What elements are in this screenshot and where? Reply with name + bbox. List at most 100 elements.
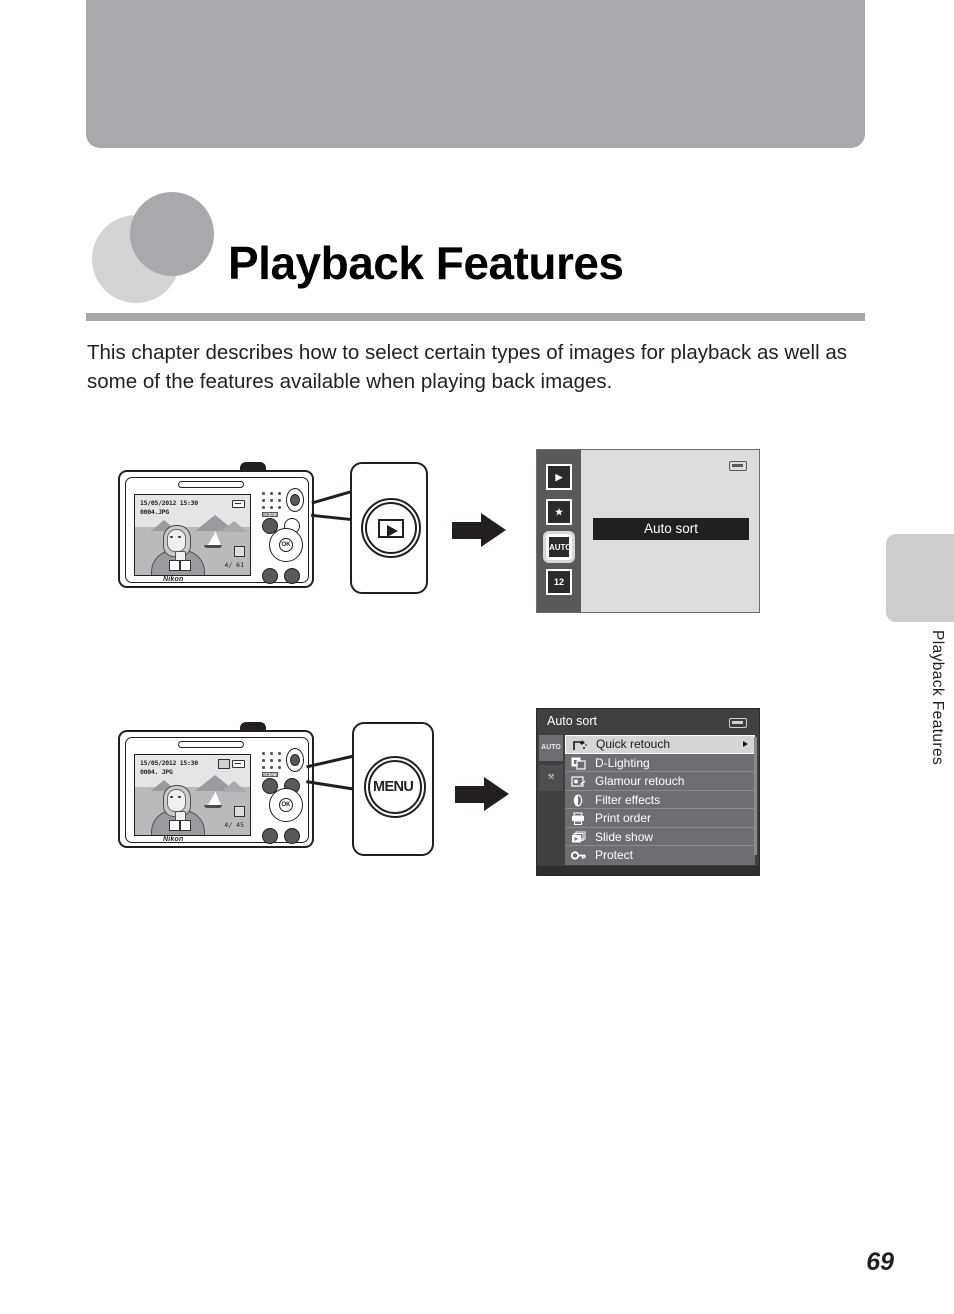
menu-item-glamour-retouch[interactable]: Glamour retouch bbox=[565, 772, 755, 791]
lcd-delete-icon bbox=[169, 560, 180, 571]
camera-body: 15/05/2012 15:30 0004.JPG 4/ 61 Nikon SC… bbox=[118, 470, 314, 588]
flow-arrow-icon bbox=[455, 777, 509, 811]
callout-playback-button[interactable] bbox=[350, 462, 428, 594]
quick-retouch-icon bbox=[572, 739, 587, 752]
menu-item-label: Quick retouch bbox=[596, 737, 671, 751]
glamour-retouch-icon bbox=[571, 775, 586, 788]
menu-item-label: Filter effects bbox=[595, 792, 661, 807]
lcd-photo-sailboat-sail bbox=[208, 531, 216, 545]
battery-icon bbox=[729, 461, 747, 471]
chapter-decoration-circle-dark bbox=[130, 192, 214, 276]
scene-mode-label: SCENE bbox=[262, 512, 279, 517]
menu-button-label: MENU bbox=[373, 779, 414, 795]
movie-record-button bbox=[286, 488, 304, 512]
auto-sort-highlight-label[interactable]: Auto sort bbox=[593, 518, 749, 540]
print-order-icon bbox=[571, 812, 586, 826]
menu-item-d-lighting[interactable]: D-Lighting bbox=[565, 753, 755, 772]
menu-item-label: D-Lighting bbox=[595, 755, 650, 770]
camera-illustration: 15/05/2012 15:30 0004. JPG 4/ 45 Nikon S… bbox=[118, 722, 318, 852]
camera-control-cluster: SCENE OK bbox=[260, 488, 308, 588]
lcd-photo-sailboat-sail bbox=[216, 533, 221, 545]
lcd-delete-icon bbox=[169, 820, 180, 831]
lcd-filename: 0004.JPG bbox=[140, 508, 169, 516]
menu-item-filter-effects[interactable]: Filter effects bbox=[565, 790, 755, 809]
menu-item-label: Print order bbox=[595, 811, 652, 825]
lcd-battery-icon bbox=[232, 760, 245, 768]
menu-item-label: Protect bbox=[595, 848, 634, 862]
playback-menu-tabs: AUTO ⚒ bbox=[539, 735, 563, 795]
setup-tab[interactable]: ⚒ bbox=[539, 765, 563, 791]
menu-item-label: Slide show bbox=[595, 829, 654, 844]
menu-footer-bar bbox=[537, 866, 759, 875]
camera-body: 15/05/2012 15:30 0004. JPG 4/ 45 Nikon S… bbox=[118, 730, 314, 848]
ok-button: OK bbox=[279, 798, 293, 812]
menu-item-quick-retouch[interactable]: Quick retouch bbox=[565, 735, 755, 754]
favorite-pictures-icon[interactable]: ★ bbox=[546, 499, 572, 525]
play-icon bbox=[378, 519, 404, 538]
lcd-photo-person-eye bbox=[178, 796, 181, 798]
camera-brand-logo: Nikon bbox=[163, 576, 184, 583]
page-header-band bbox=[86, 0, 865, 148]
playback-mode-screen: ▶ ★ AUTO 12 Auto sort bbox=[536, 449, 760, 613]
lcd-photo-sailboat-hull bbox=[204, 805, 222, 808]
lcd-photo-person-face bbox=[167, 529, 186, 552]
camera-viewfinder-slot bbox=[178, 481, 244, 488]
ok-button: OK bbox=[279, 538, 293, 552]
rotary-multi-selector: OK bbox=[269, 528, 303, 562]
menu-item-protect[interactable]: Protect bbox=[565, 846, 755, 865]
chapter-intro-text: This chapter describes how to select cer… bbox=[87, 341, 847, 393]
lcd-photo-mountain bbox=[221, 521, 247, 532]
lcd-shooting-info: 15/05/2012 15:30 0004.JPG bbox=[140, 499, 198, 517]
camera-illustration: 15/05/2012 15:30 0004.JPG 4/ 61 Nikon SC… bbox=[118, 462, 318, 592]
movie-record-button-inner bbox=[290, 754, 300, 766]
camera-lcd-screen: 15/05/2012 15:30 0004. JPG 4/ 45 bbox=[134, 754, 251, 836]
lcd-photo-person-face bbox=[167, 789, 186, 812]
auto-sort-tab[interactable]: AUTO bbox=[539, 735, 563, 761]
list-by-date-icon[interactable]: 12 bbox=[546, 569, 572, 595]
filter-effects-icon bbox=[571, 793, 586, 807]
lcd-battery-icon bbox=[232, 500, 245, 508]
lcd-photo-person-eye bbox=[170, 536, 173, 538]
d-lighting-icon bbox=[571, 757, 586, 770]
playback-menu-screen: Auto sort AUTO ⚒ Quick retouch D-Lightin… bbox=[536, 708, 760, 876]
protect-key-icon bbox=[570, 849, 586, 862]
camera-control-cluster: SCENE OK bbox=[260, 748, 308, 848]
menu-button-on-camera bbox=[262, 828, 278, 844]
lcd-photo-sailboat-hull bbox=[204, 545, 222, 548]
menu-item-label: Glamour retouch bbox=[595, 774, 685, 788]
page-number: 69 bbox=[866, 1248, 894, 1276]
title-divider bbox=[86, 313, 865, 321]
lcd-frame-counter: 4/ 61 bbox=[224, 561, 244, 569]
lcd-filename: 0004. JPG bbox=[140, 768, 173, 776]
lcd-photo-sailboat-sail bbox=[208, 791, 216, 805]
auto-sort-icon[interactable]: AUTO bbox=[546, 534, 572, 560]
lcd-datetime: 15/05/2012 15:30 bbox=[140, 759, 198, 767]
playback-menu-title: Auto sort bbox=[547, 714, 598, 728]
movie-record-button bbox=[286, 748, 304, 772]
lcd-photo-person-eye bbox=[170, 796, 173, 798]
battery-icon bbox=[729, 718, 747, 728]
menu-item-print-order[interactable]: Print order bbox=[565, 809, 755, 828]
lcd-photo-sailboat-sail bbox=[216, 793, 221, 805]
menu-scrollbar[interactable] bbox=[754, 737, 757, 855]
lcd-retouch-icon bbox=[234, 806, 245, 817]
page-title: Playback Features bbox=[228, 237, 624, 289]
section-tab-label: Playback Features bbox=[929, 630, 946, 766]
delete-button-on-camera bbox=[284, 828, 300, 844]
section-tab-marker bbox=[886, 534, 954, 622]
menu-item-slide-show[interactable]: Slide show bbox=[565, 827, 755, 846]
rotary-multi-selector: OK bbox=[269, 788, 303, 822]
lcd-auto-sort-mode-icon bbox=[218, 759, 230, 769]
playback-menu-list: Quick retouch D-Lighting Glamour retouch bbox=[565, 735, 755, 865]
lcd-shooting-info: 15/05/2012 15:30 0004. JPG bbox=[140, 759, 198, 777]
playback-mode-icon[interactable]: ▶ bbox=[546, 464, 572, 490]
scene-mode-label: SCENE bbox=[262, 772, 279, 777]
camera-brand-logo: Nikon bbox=[163, 836, 184, 843]
lcd-datetime: 15/05/2012 15:30 bbox=[140, 499, 198, 507]
camera-lcd-screen: 15/05/2012 15:30 0004.JPG 4/ 61 bbox=[134, 494, 251, 576]
lcd-retouch-icon bbox=[234, 546, 245, 557]
callout-menu-button[interactable]: MENU bbox=[352, 722, 434, 856]
lcd-favorite-icon bbox=[180, 820, 191, 831]
lcd-photo-mountain bbox=[221, 781, 247, 792]
lcd-photo-person-eye bbox=[178, 536, 181, 538]
